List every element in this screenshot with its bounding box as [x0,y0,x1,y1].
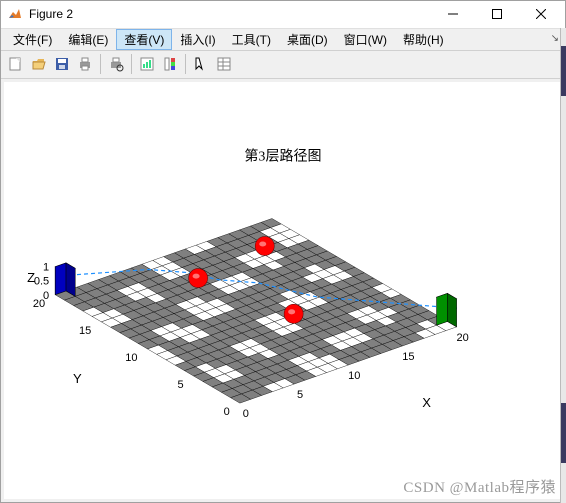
svg-text:0.5: 0.5 [34,275,49,287]
svg-text:Z: Z [27,269,35,284]
toolbar-separator [185,54,186,74]
axes-canvas[interactable]: 第3层路径图051015200510152000.51XYZ [4,82,562,499]
new-figure-button[interactable] [5,53,27,75]
link-plot-button[interactable] [136,53,158,75]
menu-help[interactable]: 帮助(H) [395,29,452,50]
toolbar-separator [131,54,132,74]
edit-plot-button[interactable] [190,53,212,75]
close-button[interactable] [519,1,563,27]
figure-window: Figure 2 文件(F) 编辑(E) 查看(V) 插入(I) 工具(T) 桌… [0,0,566,503]
print-button[interactable] [74,53,96,75]
svg-text:0: 0 [43,289,49,301]
menubar: 文件(F) 编辑(E) 查看(V) 插入(I) 工具(T) 桌面(D) 窗口(W… [1,29,565,51]
print-preview-button[interactable] [105,53,127,75]
dock-strip [560,28,566,503]
menu-file[interactable]: 文件(F) [5,29,60,50]
menu-edit[interactable]: 编辑(E) [60,29,116,50]
svg-text:15: 15 [402,350,414,362]
save-button[interactable] [51,53,73,75]
svg-text:0: 0 [243,408,249,420]
titlebar: Figure 2 [1,1,565,29]
property-inspector-button[interactable] [213,53,235,75]
window-title: Figure 2 [29,7,431,21]
svg-text:5: 5 [297,389,303,401]
menu-tools[interactable]: 工具(T) [224,29,279,50]
svg-text:X: X [422,394,431,409]
svg-text:Y: Y [73,371,82,386]
figure-area: 第3层路径图051015200510152000.51XYZ [1,79,565,502]
svg-text:10: 10 [125,351,137,363]
svg-text:1: 1 [43,261,49,273]
open-button[interactable] [28,53,50,75]
maximize-button[interactable] [475,1,519,27]
toolbar-separator [100,54,101,74]
toolbar [1,51,565,79]
menu-overflow-icon[interactable]: ↘ [551,33,559,44]
minimize-button[interactable] [431,1,475,27]
menu-desktop[interactable]: 桌面(D) [279,29,336,50]
menu-view[interactable]: 查看(V) [116,29,172,50]
menu-insert[interactable]: 插入(I) [172,29,223,50]
matlab-app-icon [7,6,23,22]
menu-window[interactable]: 窗口(W) [336,29,395,50]
insert-colorbar-button[interactable] [159,53,181,75]
svg-text:10: 10 [348,370,360,382]
svg-text:0: 0 [224,406,230,418]
svg-text:第3层路径图: 第3层路径图 [244,147,321,164]
svg-text:15: 15 [79,324,91,336]
svg-text:5: 5 [178,379,184,391]
svg-text:20: 20 [457,331,469,343]
